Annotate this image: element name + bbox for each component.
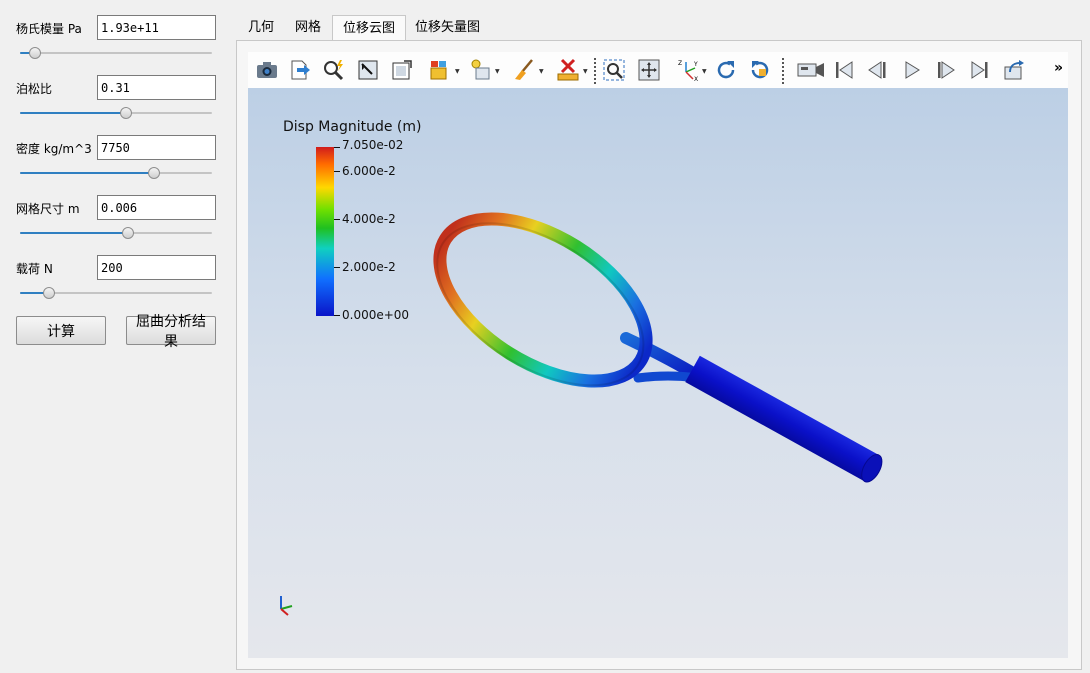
mesh-size-label: 网格尺寸 m bbox=[16, 202, 80, 216]
rotate-cw-icon[interactable] bbox=[746, 56, 774, 84]
toolbar-separator bbox=[782, 58, 784, 84]
chevron-down-icon[interactable]: ▼ bbox=[539, 68, 544, 75]
legend-tick bbox=[334, 219, 340, 220]
density-slider[interactable] bbox=[20, 166, 212, 180]
slider-handle[interactable] bbox=[148, 167, 160, 179]
legend-tick bbox=[334, 147, 340, 148]
slider-handle[interactable] bbox=[122, 227, 134, 239]
slider-handle[interactable] bbox=[29, 47, 41, 59]
youngs-modulus-input[interactable] bbox=[97, 15, 216, 40]
mesh-size-input[interactable] bbox=[97, 195, 216, 220]
axes-orientation-icon[interactable]: Z Y X bbox=[674, 56, 702, 84]
previous-frame-icon[interactable] bbox=[863, 56, 891, 84]
reset-camera-icon[interactable] bbox=[635, 56, 663, 84]
youngs-modulus-slider[interactable] bbox=[20, 46, 212, 60]
toolbar-separator bbox=[594, 58, 596, 84]
poisson-ratio-input[interactable] bbox=[97, 75, 216, 100]
poisson-ratio-label: 泊松比 bbox=[16, 82, 53, 96]
view-toolbar: ▼ ▼ ▼ ▼ Z Y X ▼ » bbox=[248, 52, 1068, 88]
chevron-down-icon[interactable]: ▼ bbox=[583, 68, 588, 75]
slider-handle[interactable] bbox=[43, 287, 55, 299]
export-icon[interactable] bbox=[286, 56, 314, 84]
toolbar-overflow-button[interactable]: » bbox=[1054, 60, 1063, 76]
video-camera-icon[interactable] bbox=[794, 56, 828, 84]
legend-label: 4.000e-2 bbox=[342, 212, 396, 226]
tab-mesh[interactable]: 网格 bbox=[285, 15, 331, 41]
tab-displacement-vector[interactable]: 位移矢量图 bbox=[405, 15, 490, 41]
load-input[interactable] bbox=[97, 255, 216, 280]
legend-title: Disp Magnitude (m) bbox=[283, 119, 422, 135]
render-viewport[interactable]: Disp Magnitude (m) 7.050e-02 6.000e-2 4.… bbox=[248, 88, 1068, 658]
block-selection-icon[interactable] bbox=[426, 56, 454, 84]
tab-geometry[interactable]: 几何 bbox=[238, 15, 284, 41]
svg-text:X: X bbox=[694, 76, 698, 82]
svg-text:Y: Y bbox=[693, 61, 698, 68]
find-data-icon[interactable] bbox=[320, 56, 348, 84]
legend-label: 6.000e-2 bbox=[342, 164, 396, 178]
legend-tick bbox=[334, 171, 340, 172]
last-frame-icon[interactable] bbox=[966, 56, 994, 84]
ruler-delete-icon[interactable] bbox=[554, 56, 582, 84]
next-frame-icon[interactable] bbox=[932, 56, 960, 84]
buckling-results-button[interactable]: 屈曲分析结果 bbox=[126, 314, 216, 350]
legend-label-min: 0.000e+00 bbox=[342, 308, 410, 322]
load-label: 载荷 N bbox=[16, 262, 53, 276]
slider-handle[interactable] bbox=[120, 107, 132, 119]
clear-selection-icon[interactable] bbox=[510, 56, 538, 84]
chevron-down-icon[interactable]: ▼ bbox=[455, 68, 460, 75]
poisson-ratio-slider[interactable] bbox=[20, 106, 212, 120]
zoom-to-box-icon[interactable] bbox=[600, 56, 628, 84]
chevron-down-icon[interactable]: ▼ bbox=[495, 68, 500, 75]
color-legend-bar bbox=[316, 147, 334, 316]
youngs-modulus-label: 杨氏模量 Pa bbox=[16, 22, 82, 36]
select-cells-icon[interactable] bbox=[354, 56, 382, 84]
density-input[interactable] bbox=[97, 135, 216, 160]
density-label: 密度 kg/m^3 bbox=[16, 142, 92, 156]
load-slider[interactable] bbox=[20, 286, 212, 300]
interactive-select-icon[interactable] bbox=[466, 56, 494, 84]
legend-tick bbox=[334, 315, 340, 316]
legend-label-max: 7.050e-02 bbox=[342, 138, 404, 152]
tab-displacement-contour[interactable]: 位移云图 bbox=[332, 15, 407, 41]
orientation-axes-icon bbox=[280, 596, 293, 616]
compute-button[interactable]: 计算 bbox=[16, 316, 106, 345]
select-points-icon[interactable] bbox=[388, 56, 416, 84]
first-frame-icon[interactable] bbox=[830, 56, 858, 84]
camera-icon[interactable] bbox=[253, 56, 281, 84]
rotate-ccw-icon[interactable] bbox=[712, 56, 740, 84]
svg-text:Z: Z bbox=[678, 60, 682, 67]
chevron-down-icon[interactable]: ▼ bbox=[702, 68, 707, 75]
loop-icon[interactable] bbox=[1000, 56, 1028, 84]
legend-label: 2.000e-2 bbox=[342, 260, 396, 274]
legend-tick bbox=[334, 267, 340, 268]
play-icon[interactable] bbox=[898, 56, 926, 84]
mesh-size-slider[interactable] bbox=[20, 226, 212, 240]
